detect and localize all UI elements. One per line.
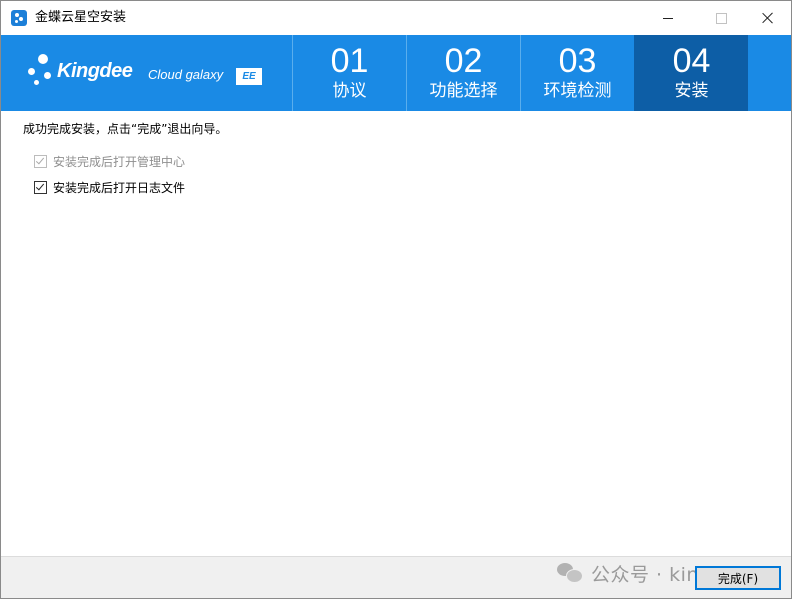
close-icon [762,12,774,24]
logo-dot-icon [28,68,35,75]
open-admin-center-label: 安装完成后打开管理中心 [53,154,186,169]
open-log-file-label[interactable]: 安装完成后打开日志文件 [53,179,185,196]
content-area: 成功完成安装，点击“完成”退出向导。 安装完成后打开管理中心 安装完成后打开日志… [1,111,791,556]
window-title: 金蝶云星空安装 [35,10,127,25]
logo-dot-icon [38,54,48,64]
logo-dot-icon [44,72,51,79]
step-label: 环境检测 [543,81,612,101]
logo-brand: Kingdee [57,60,133,82]
maximize-icon [715,12,727,24]
open-admin-center-checkbox [34,154,47,168]
step-feature-selection: 02 功能选择 [406,35,520,111]
close-button[interactable] [745,1,791,35]
step-number: 04 [672,42,711,80]
open-admin-center-option: 安装完成后打开管理中心 [34,153,185,169]
finish-button[interactable]: 完成(F) [695,566,781,590]
logo-edition-badge: EE [236,68,262,85]
step-number: 02 [444,42,483,80]
step-label: 协议 [332,81,367,101]
completion-message: 成功完成安装，点击“完成”退出向导。 [23,122,228,136]
maximize-button[interactable] [698,1,744,35]
kingdee-logo: Kingdee Cloud galaxy EE [25,49,275,95]
step-label: 功能选择 [429,81,498,101]
minimize-icon [663,17,673,19]
open-log-file-checkbox[interactable] [34,180,47,194]
logo-product: Cloud galaxy [148,67,224,82]
open-log-file-option[interactable]: 安装完成后打开日志文件 [34,179,185,195]
wizard-steps: 01 协议 02 功能选择 03 环境检测 04 安装 [292,35,748,111]
step-number: 03 [558,42,597,80]
kingdee-app-icon [11,10,27,26]
step-number: 01 [330,42,369,80]
installer-window: 金蝶云星空安装 Kingdee Cloud galaxy EE 01 协议 02… [0,0,792,599]
title-bar: 金蝶云星空安装 [1,1,791,35]
step-agreement: 01 协议 [292,35,406,111]
footer-bar: 公众号 · kingdee 完成(F) [1,556,791,598]
minimize-button[interactable] [645,1,691,35]
header-banner: Kingdee Cloud galaxy EE 01 协议 02 功能选择 03… [1,35,791,111]
wechat-icon [557,563,583,583]
logo-dot-icon [34,80,39,85]
step-label: 安装 [674,81,709,101]
step-install-active: 04 安装 [634,35,748,111]
step-environment-check: 03 环境检测 [520,35,634,111]
